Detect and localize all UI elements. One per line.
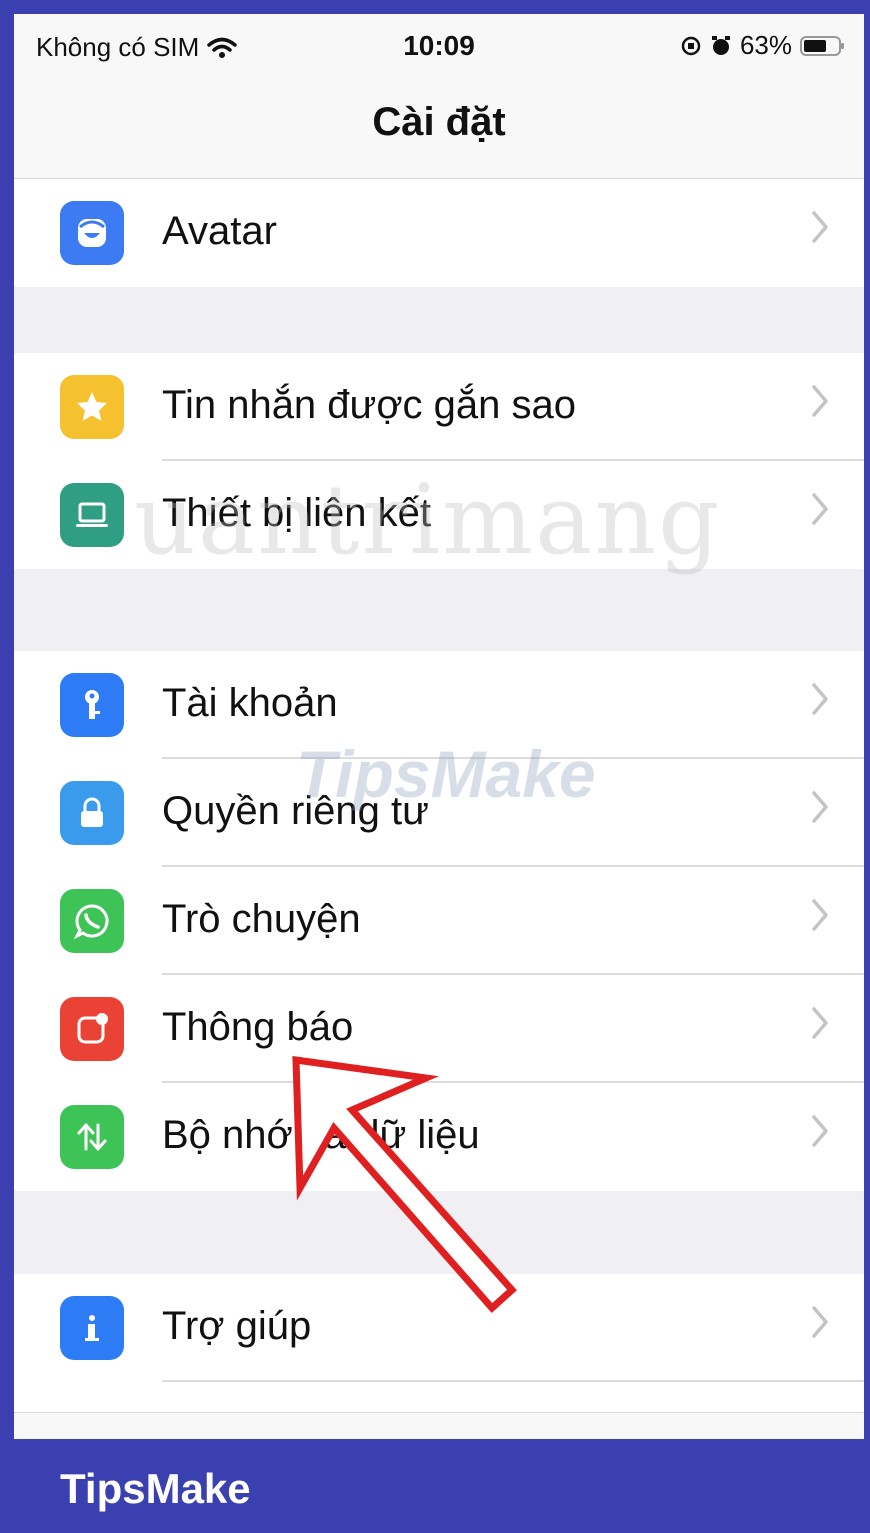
chevron-right-icon [812,385,828,417]
settings-row-help[interactable]: Trợ giúp [14,1274,864,1382]
settings-group-main: Tài khoản Quyền riêng tư Trò chuyện Thôn… [14,651,864,1191]
settings-row-storage-data[interactable]: Bộ nhớ và dữ liệu [14,1083,864,1191]
chevron-right-icon [812,493,828,525]
chevron-right-icon [812,683,828,715]
brand-logo: TipsMake [60,1465,251,1512]
notification-icon [60,997,124,1061]
laptop-icon [60,483,124,547]
settings-group-help: Trợ giúp [14,1274,864,1412]
chevron-right-icon [812,791,828,823]
phone-screen: Không có SIM 10:09 63% Cài đặt Avatar Ti… [14,14,864,1439]
settings-row-notifications[interactable]: Thông báo [14,975,864,1083]
battery-percent: 63% [739,30,792,60]
settings-group-profile: Avatar [14,179,864,287]
settings-row-label: Trò chuyện [162,897,361,941]
settings-row-label: Thiết bị liên kết [162,491,432,535]
settings-row-account[interactable]: Tài khoản [14,651,864,759]
settings-row-avatar[interactable]: Avatar [14,179,864,287]
settings-row-label: Thông báo [162,1005,354,1049]
tab-bar [14,1412,864,1439]
chevron-right-icon [812,211,828,243]
orientation-lock-icon [681,36,701,55]
settings-group-messages: Tin nhắn được gắn sao Thiết bị liên kết [14,353,864,569]
whatsapp-icon [60,889,124,953]
settings-row-chats[interactable]: Trò chuyện [14,867,864,975]
settings-row-privacy[interactable]: Quyền riêng tư [14,759,864,867]
chevron-right-icon [812,899,828,931]
settings-row-label: Tin nhắn được gắn sao [162,383,577,427]
alarm-icon [711,35,730,55]
chevron-right-icon [812,1115,828,1147]
chevron-right-icon [812,1007,828,1039]
lock-icon [60,781,124,845]
settings-row-label: Quyền riêng tư [162,789,429,833]
settings-row-label: Bộ nhớ và dữ liệu [162,1113,480,1157]
key-icon [60,673,124,737]
row-separator [162,1380,864,1382]
status-bar: Không có SIM 10:09 63% [14,14,864,74]
battery-icon [800,35,844,56]
settings-row-label: Trợ giúp [162,1304,312,1348]
avatar-icon [60,201,124,265]
settings-row-linked-devices[interactable]: Thiết bị liên kết [14,461,864,569]
settings-row-label: Avatar [162,209,277,253]
settings-row-label: Tài khoản [162,681,338,725]
star-icon [60,375,124,439]
brand-footer: TipsMake [0,1439,870,1533]
navigation-bar: Cài đặt [14,74,864,179]
page-title: Cài đặt [372,100,506,144]
settings-row-starred-messages[interactable]: Tin nhắn được gắn sao [14,353,864,461]
data-transfer-icon [60,1105,124,1169]
info-icon [60,1296,124,1360]
status-right: 63% [680,30,846,61]
chevron-right-icon [812,1306,828,1338]
